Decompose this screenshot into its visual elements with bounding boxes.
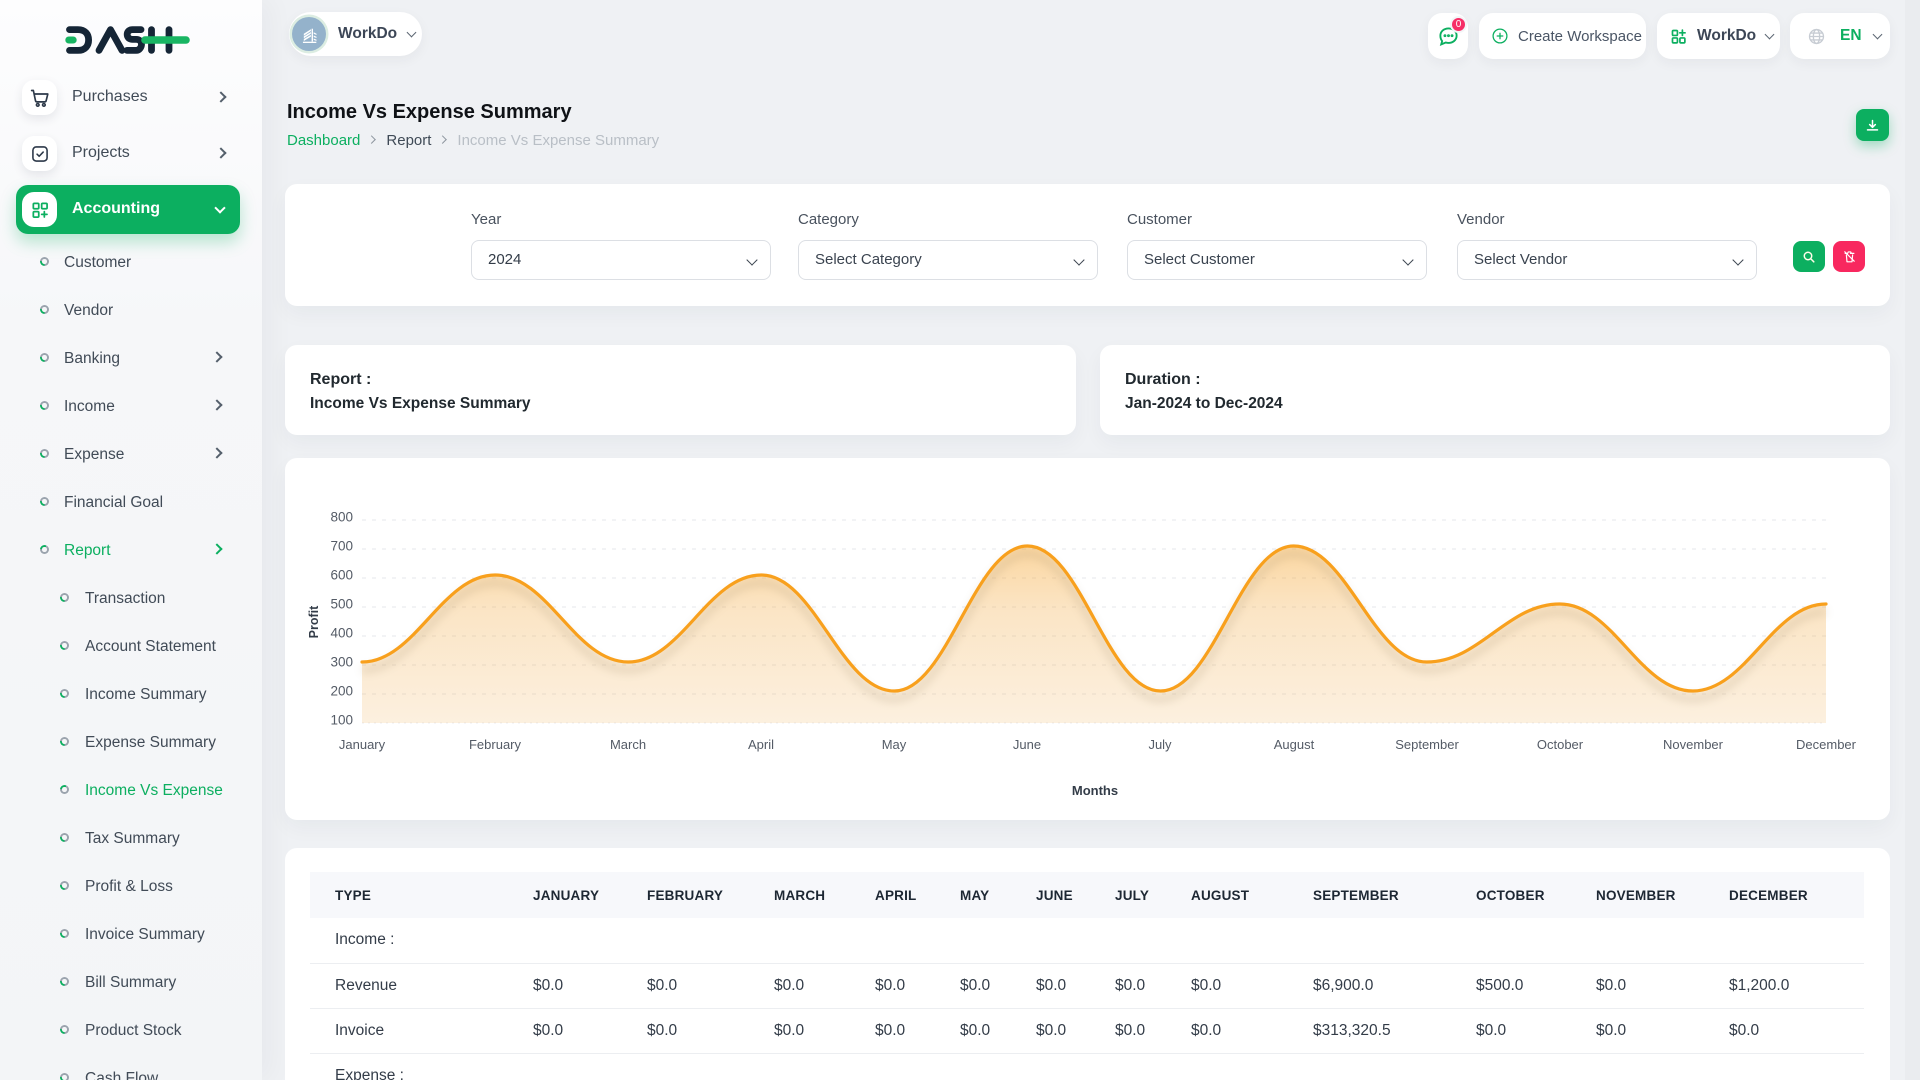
svg-text:500: 500: [330, 597, 353, 612]
svg-text:October: October: [1537, 737, 1584, 752]
svg-text:400: 400: [330, 626, 353, 641]
svg-text:Months: Months: [1072, 783, 1118, 798]
svg-text:November: November: [1663, 737, 1724, 752]
svg-text:August: August: [1274, 737, 1315, 752]
svg-text:February: February: [469, 737, 522, 752]
svg-text:100: 100: [330, 713, 353, 728]
svg-text:June: June: [1013, 737, 1041, 752]
svg-text:700: 700: [330, 539, 353, 554]
svg-text:800: 800: [330, 510, 353, 525]
svg-text:200: 200: [330, 684, 353, 699]
svg-text:Profit: Profit: [307, 605, 321, 638]
svg-text:April: April: [748, 737, 774, 752]
svg-text:300: 300: [330, 655, 353, 670]
svg-text:January: January: [339, 737, 386, 752]
svg-text:December: December: [1796, 737, 1857, 752]
svg-text:July: July: [1148, 737, 1172, 752]
svg-text:March: March: [610, 737, 646, 752]
svg-text:May: May: [882, 737, 907, 752]
svg-text:600: 600: [330, 568, 353, 583]
svg-text:September: September: [1395, 737, 1459, 752]
